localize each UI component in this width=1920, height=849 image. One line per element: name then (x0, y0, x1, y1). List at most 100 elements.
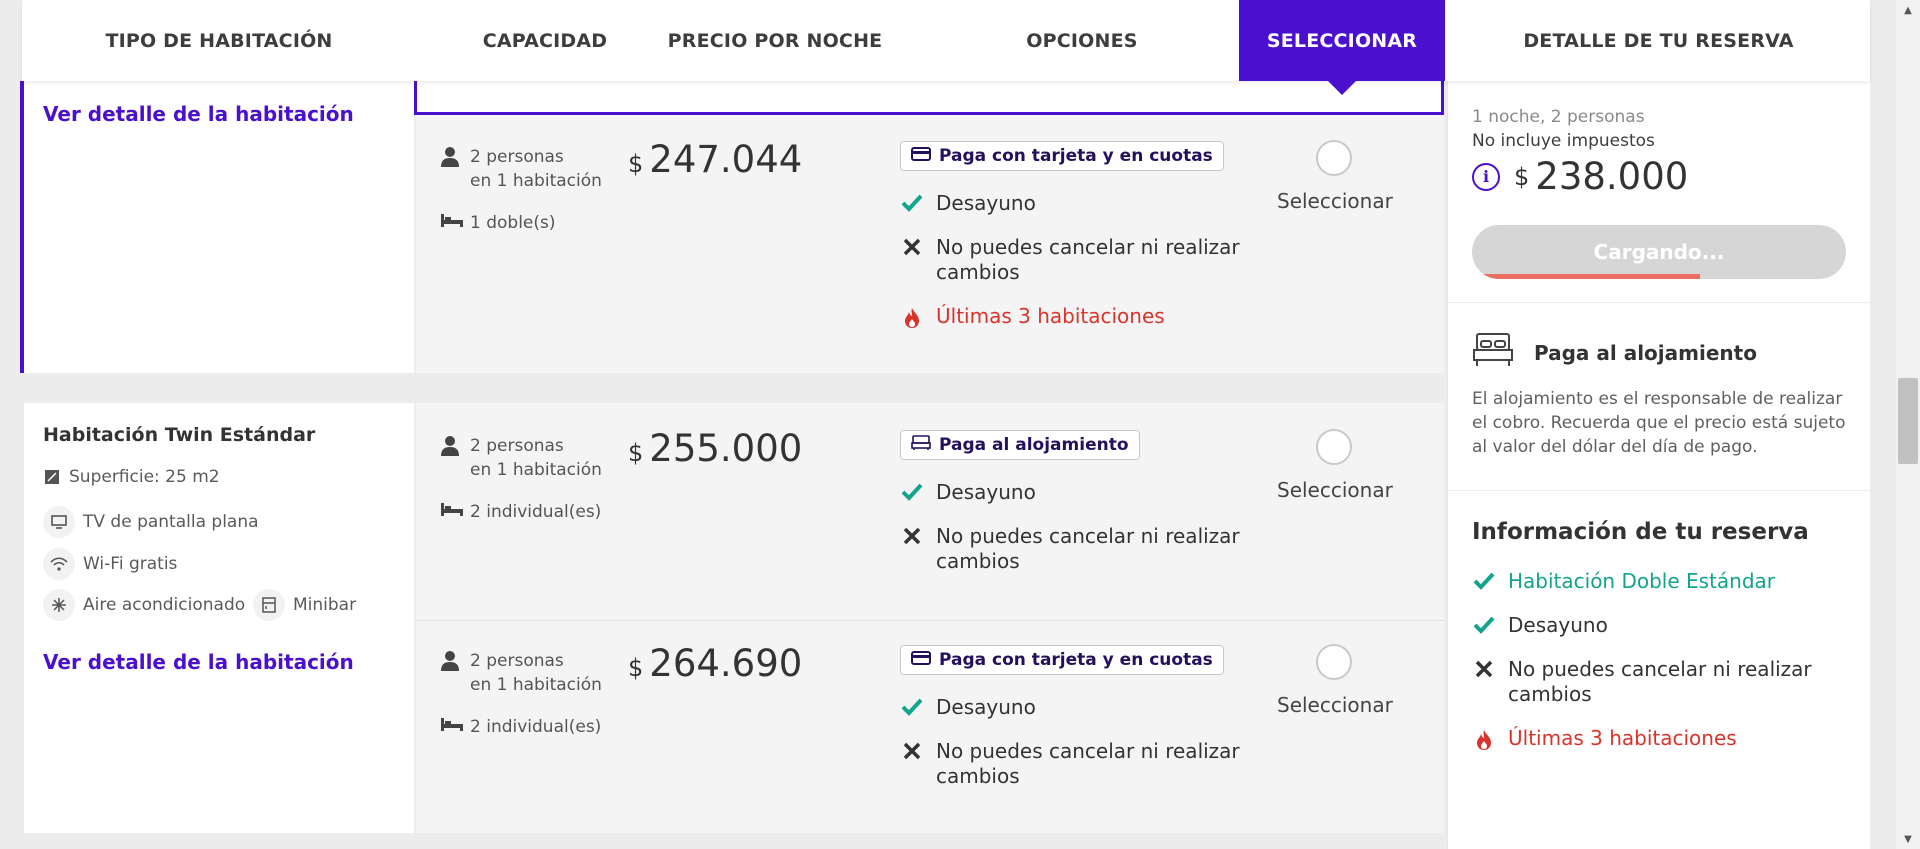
reserve-button[interactable]: Cargando... (1472, 225, 1846, 279)
select-radio[interactable] (1316, 644, 1352, 680)
room1-rates-panel (416, 81, 1444, 373)
capacity-rooms: en 1 habitación (470, 171, 602, 191)
room1-detail-link[interactable]: Ver detalle de la habitación (43, 102, 354, 126)
pay-at-hotel-description: El alojamiento es el responsable de real… (1472, 387, 1852, 459)
option-no-cancel: No puedes cancelar ni realizar cambios (900, 739, 1240, 789)
check-icon (900, 695, 924, 720)
price-currency: $ (628, 439, 644, 467)
wifi-icon (43, 548, 75, 580)
fire-icon (900, 304, 924, 329)
booking-summary-sidebar: 1 noche, 2 personas No incluye impuestos… (1447, 81, 1871, 849)
close-icon (900, 235, 924, 285)
info-last-rooms: Últimas 3 habitaciones (1472, 726, 1737, 751)
select-label[interactable]: Seleccionar (1277, 693, 1393, 717)
option-no-cancel-line1: No puedes cancelar ni realizar (936, 739, 1240, 763)
option-no-cancel-line2: cambios (936, 260, 1020, 284)
selected-room-accent (20, 81, 24, 373)
option-last-rooms-label: Últimas 3 habitaciones (936, 304, 1165, 328)
person-icon (440, 650, 462, 697)
tv-icon (43, 506, 75, 538)
payment-badge-label: Paga con tarjeta y en cuotas (939, 146, 1213, 166)
header-select-label: SELECCIONAR (1266, 29, 1418, 52)
capacity-info: 2 personas en 1 habitación (440, 434, 602, 482)
select-radio[interactable] (1316, 140, 1352, 176)
header-select: SELECCIONAR (1239, 0, 1445, 95)
room2-title: Habitación Twin Estándar (43, 424, 316, 446)
area-icon (43, 468, 61, 486)
close-icon (900, 524, 924, 574)
header-price: PRECIO POR NOCHE (667, 29, 883, 52)
total-price: i $ 238.000 (1472, 155, 1688, 198)
credit-card-icon (911, 650, 939, 670)
bed-icon (440, 212, 470, 233)
option-breakfast-label: Desayuno (936, 480, 1036, 504)
beds-label: 1 doble(s) (470, 212, 556, 233)
amenity-wifi: Wi-Fi gratis (43, 548, 177, 580)
bed-icon (440, 716, 470, 737)
info-no-cancel-line1: No puedes cancelar ni realizar (1508, 657, 1812, 681)
amenity-ac-label: Aire acondicionado (83, 595, 246, 615)
info-breakfast: Desayuno (1472, 613, 1608, 638)
beds-label: 2 individual(es) (470, 716, 602, 737)
minibar-icon (253, 589, 285, 621)
scrollbar-thumb[interactable] (1898, 378, 1918, 464)
capacity-rooms: en 1 habitación (470, 675, 602, 695)
pay-desc-line2: el cobro. Recuerda que el precio está su… (1472, 413, 1846, 433)
option-no-cancel: No puedes cancelar ni realizar cambios (900, 524, 1240, 574)
capacity-people: 2 personas (470, 436, 564, 456)
info-no-cancel: No puedes cancelar ni realizar cambios (1472, 657, 1812, 707)
select-radio[interactable] (1316, 429, 1352, 465)
close-icon (900, 739, 924, 789)
bed-icon (440, 501, 470, 522)
info-last-rooms-label: Últimas 3 habitaciones (1508, 726, 1737, 750)
capacity-info: 2 personas en 1 habitación (440, 649, 602, 697)
info-breakfast-label: Desayuno (1508, 613, 1608, 637)
select-label[interactable]: Seleccionar (1277, 478, 1393, 502)
credit-card-icon (911, 146, 939, 166)
person-icon (440, 435, 462, 482)
option-breakfast: Desayuno (900, 480, 1036, 505)
rate-divider (416, 620, 1444, 621)
payment-badge: Paga con tarjeta y en cuotas (900, 141, 1224, 171)
info-no-cancel-line2: cambios (1508, 682, 1592, 706)
header-capacity: CAPACIDAD (482, 29, 608, 52)
beds-label: 2 individual(es) (470, 501, 602, 522)
option-breakfast: Desayuno (900, 191, 1036, 216)
price-amount: 247.044 (649, 138, 803, 181)
amenity-tv-label: TV de pantalla plana (83, 512, 259, 532)
pay-desc-line3: al valor del dólar del día de pago. (1472, 437, 1758, 457)
rate-price: $ 247.044 (628, 138, 802, 181)
price-currency: $ (628, 150, 644, 178)
amenity-minibar: Minibar (253, 589, 356, 621)
option-no-cancel-line1: No puedes cancelar ni realizar (936, 235, 1240, 259)
scroll-up-icon[interactable]: ▲ (1896, 0, 1920, 20)
price-currency: $ (628, 654, 644, 682)
beds-info: 2 individual(es) (440, 501, 601, 522)
option-breakfast-label: Desayuno (936, 695, 1036, 719)
scroll-down-icon[interactable]: ▼ (1896, 829, 1920, 849)
rate-price: $ 264.690 (628, 642, 802, 685)
divider (1448, 302, 1871, 303)
header-room-type: TIPO DE HABITACIÓN (105, 29, 333, 52)
option-breakfast: Desayuno (900, 695, 1036, 720)
option-no-cancel-line2: cambios (936, 549, 1020, 573)
room2-surface-label: Superficie: 25 m2 (69, 467, 220, 487)
nights-people: 1 noche, 2 personas (1472, 107, 1645, 127)
room2-detail-link[interactable]: Ver detalle de la habitación (43, 650, 354, 674)
pay-desc-line1: El alojamiento es el responsable de real… (1472, 389, 1843, 409)
payment-badge: Paga con tarjeta y en cuotas (900, 645, 1224, 675)
check-icon (900, 480, 924, 505)
close-icon (1472, 657, 1496, 707)
capacity-info: 2 personas en 1 habitación (440, 145, 602, 193)
option-last-rooms: Últimas 3 habitaciones (900, 304, 1165, 329)
capacity-rooms: en 1 habitación (470, 460, 602, 480)
check-icon (1472, 569, 1496, 594)
rate-price: $ 255.000 (628, 427, 802, 470)
info-icon[interactable]: i (1472, 162, 1500, 191)
select-label[interactable]: Seleccionar (1277, 189, 1393, 213)
price-amount: 255.000 (649, 427, 803, 470)
payment-badge: Paga al alojamiento (900, 430, 1140, 460)
booking-info-title: Información de tu reserva (1472, 519, 1809, 545)
option-breakfast-label: Desayuno (936, 191, 1036, 215)
selected-rate-frame (414, 81, 1444, 115)
